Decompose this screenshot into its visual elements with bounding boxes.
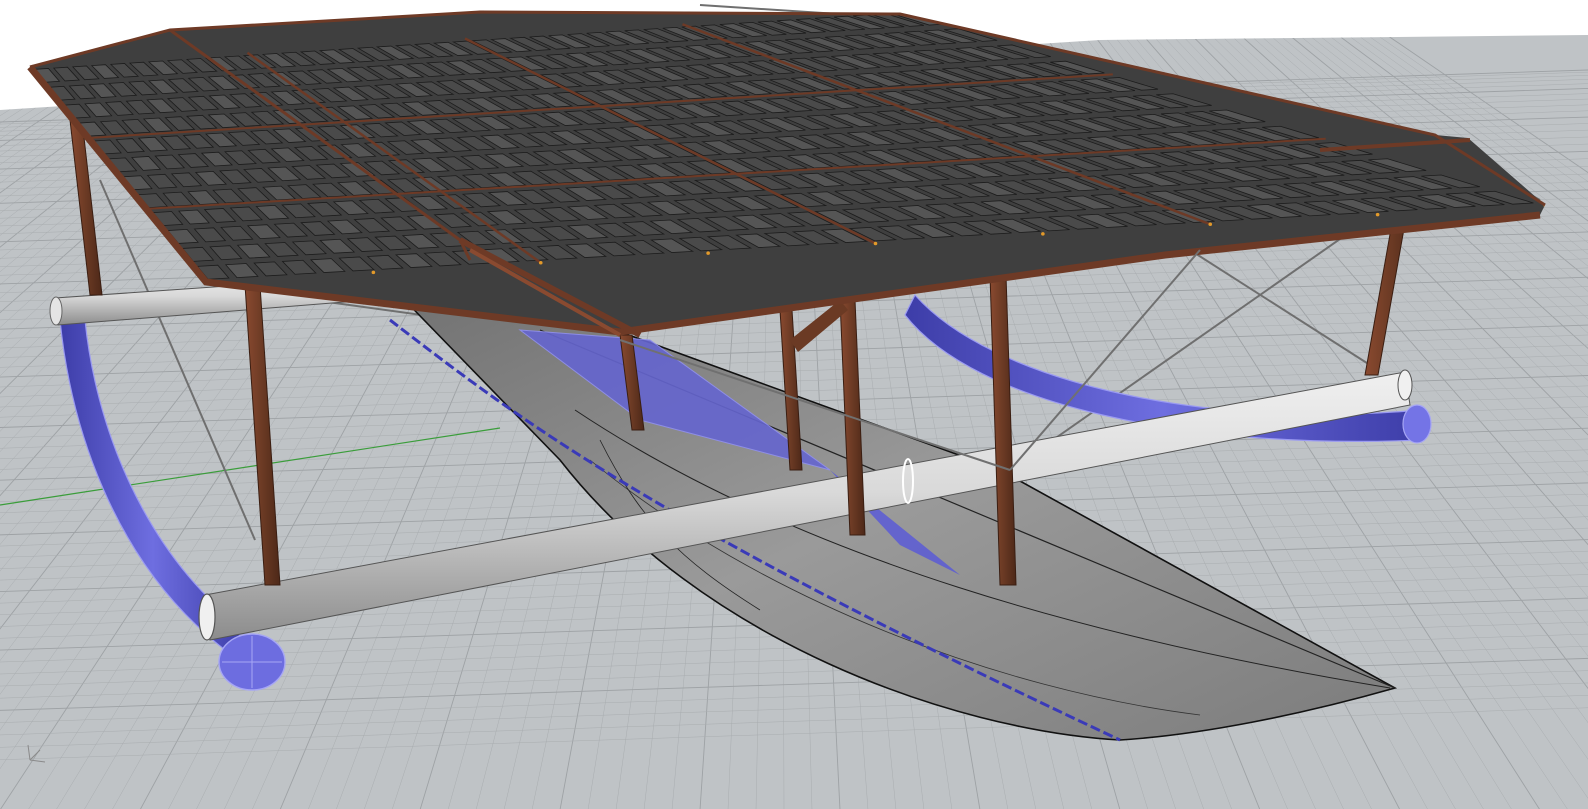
support-post[interactable]: [244, 284, 281, 586]
world-axes-icon: [27, 744, 46, 763]
perspective-viewport[interactable]: [0, 0, 1588, 809]
3d-scene-canvas[interactable]: [0, 0, 1588, 809]
solar-roof[interactable]: [27, 10, 1547, 338]
